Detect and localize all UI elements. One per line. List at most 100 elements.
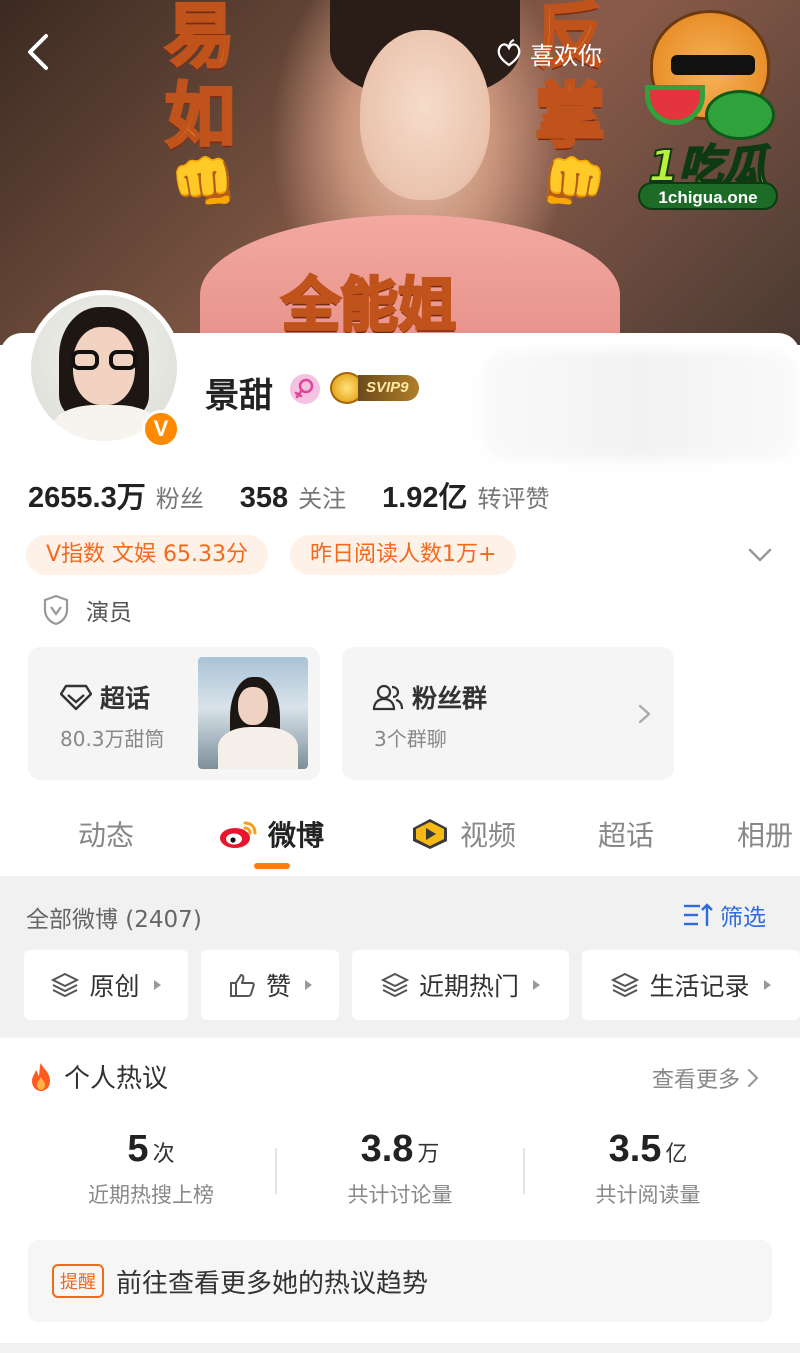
peach-heart-icon <box>497 39 521 67</box>
watermark-logo: 1吃瓜 1chigua.one <box>620 10 795 215</box>
metric-unit: 次 <box>152 1142 175 1167</box>
chip-life-record[interactable]: 生活记录 <box>582 950 800 1020</box>
chip-recent-hot-label: 近期热门 <box>418 972 519 1001</box>
female-icon <box>290 374 320 404</box>
banner-text-bottom: 全能姐 <box>280 270 457 341</box>
tab-video[interactable]: 视频 <box>410 814 516 854</box>
weibo-icon <box>220 821 257 848</box>
flame-icon <box>32 1062 50 1091</box>
fan-group-title: 粉丝群 <box>412 684 488 713</box>
fan-group-sub: 3个群聊 <box>374 727 447 751</box>
fist-icon: 👊 <box>540 150 608 213</box>
following-label[interactable]: 关注 <box>298 479 346 514</box>
metric-unit: 万 <box>417 1142 440 1167</box>
v-index-tag[interactable]: V指数 文娱 65.33分 <box>26 535 269 575</box>
metric-discussion[interactable]: 3.8 万 共计讨论量 <box>275 1128 525 1209</box>
profile-tabs: 动态 微博 视频 超话 相册 <box>0 800 800 870</box>
filter-label: 筛选 <box>720 905 766 931</box>
tab-album[interactable]: 相册 <box>737 814 793 854</box>
hot-discussion-title: 个人热议 <box>64 1064 169 1094</box>
thumbs-up-icon <box>229 974 255 997</box>
banner-face <box>360 30 490 200</box>
banner-text-left-mid: 如 <box>164 74 237 159</box>
followers-count[interactable]: 2655.3万 <box>28 474 146 516</box>
tab-weibo[interactable]: 微博 <box>218 814 324 854</box>
shield-icon <box>43 594 69 626</box>
personal-hot-discussion: 个人热议 查看更多 5次 近期热搜上榜 3.8 万 共计讨论量 3.5 亿 共计阅读… <box>0 1040 800 1353</box>
trend-reminder[interactable]: 提醒 前往查看更多她的热议趋势 <box>28 1240 772 1322</box>
filter-sort-icon <box>684 903 713 926</box>
metric-reads[interactable]: 3.5 亿 共计阅读量 <box>523 1128 773 1209</box>
chevron-left-icon <box>28 34 48 70</box>
tab-super-topic[interactable]: 超话 <box>598 814 654 854</box>
engagement-count[interactable]: 1.92亿 <box>382 474 467 516</box>
role-label: 演员 <box>86 600 132 626</box>
layers-icon <box>611 972 640 998</box>
fan-group-card[interactable]: 粉丝群 3个群聊 <box>342 647 674 780</box>
svip-badge[interactable]: SVIP9 <box>330 372 419 404</box>
engagement-label[interactable]: 转评赞 <box>478 479 550 514</box>
chevron-right-icon <box>638 704 651 724</box>
metric-label: 共计阅读量 <box>595 1183 701 1207</box>
svip-label: SVIP9 <box>358 375 419 401</box>
watermark-url: 1chigua.one <box>638 182 778 210</box>
tab-video-label: 视频 <box>460 819 517 852</box>
read-count-tag[interactable]: 昨日阅读人数1万+ <box>290 535 517 575</box>
caret-right-icon <box>305 980 312 990</box>
profile-name: 景甜 <box>205 376 273 416</box>
followers-label[interactable]: 粉丝 <box>156 479 204 514</box>
caret-right-icon <box>763 980 771 990</box>
verified-badge: V <box>142 410 180 448</box>
like-you-button[interactable]: 喜欢你 <box>480 32 616 74</box>
active-tab-indicator <box>254 863 290 869</box>
super-topic-thumbnail <box>198 657 308 769</box>
super-topic-card[interactable]: 超话 80.3万甜筒 <box>28 647 320 780</box>
profile-tags: V指数 文娱 65.33分 昨日阅读人数1万+ <box>26 535 517 575</box>
chip-like-label: 赞 <box>265 972 291 1001</box>
reminder-badge: 提醒 <box>52 1264 104 1298</box>
layers-icon <box>51 972 80 998</box>
following-count[interactable]: 358 <box>240 482 288 515</box>
caret-right-icon <box>153 980 161 990</box>
super-topic-title: 超话 <box>100 684 151 713</box>
video-icon <box>413 819 447 849</box>
profile-stats: 2655.3万 粉丝 358 关注 1.92亿 转评赞 <box>28 474 586 516</box>
metric-value: 3.5 <box>608 1128 662 1170</box>
tab-weibo-label: 微博 <box>268 819 325 852</box>
chip-like[interactable]: 赞 <box>201 950 339 1020</box>
bottom-divider <box>0 1343 800 1353</box>
metric-label: 共计讨论量 <box>347 1183 453 1207</box>
like-you-label: 喜欢你 <box>530 42 602 70</box>
reminder-text: 前往查看更多她的热议趋势 <box>116 1268 429 1299</box>
tab-album-label: 相册 <box>737 819 794 852</box>
feed-filter-bar: 全部微博 (2407) 筛选 原创 赞 近期热门 生活记录 <box>0 876 800 1038</box>
back-button[interactable] <box>18 30 62 74</box>
tab-dynamics-label: 动态 <box>78 819 135 852</box>
chip-original-label: 原创 <box>89 972 140 1001</box>
metric-label: 近期热搜上榜 <box>88 1183 214 1207</box>
filter-button[interactable]: 筛选 <box>682 898 766 932</box>
chip-recent-hot[interactable]: 近期热门 <box>352 950 569 1020</box>
blurred-area <box>480 350 800 460</box>
metric-hot-search[interactable]: 5次 近期热搜上榜 <box>26 1128 276 1209</box>
caret-right-icon <box>533 980 540 990</box>
tab-super-topic-label: 超话 <box>598 819 655 852</box>
view-more-link[interactable]: 查看更多 <box>652 1062 760 1094</box>
layers-icon <box>380 972 409 998</box>
metric-value: 3.8 <box>360 1128 414 1170</box>
all-weibo-count: 全部微博 (2407) <box>26 907 202 933</box>
metric-unit: 亿 <box>665 1142 688 1167</box>
banner-text-right-mid: 掌 <box>534 74 607 159</box>
hot-discussion-header: 个人热议 <box>26 1058 168 1095</box>
fist-icon: 👊 <box>170 150 238 213</box>
diamond-icon <box>60 684 92 711</box>
metric-value: 5 <box>127 1128 149 1170</box>
view-more-label: 查看更多 <box>652 1068 741 1093</box>
chevron-down-icon <box>748 548 772 562</box>
group-icon <box>372 684 404 711</box>
tab-dynamics[interactable]: 动态 <box>78 814 134 854</box>
expand-button[interactable] <box>745 540 775 570</box>
chip-original[interactable]: 原创 <box>24 950 188 1020</box>
chip-life-record-label: 生活记录 <box>649 972 750 1001</box>
super-topic-sub: 80.3万甜筒 <box>60 727 165 751</box>
